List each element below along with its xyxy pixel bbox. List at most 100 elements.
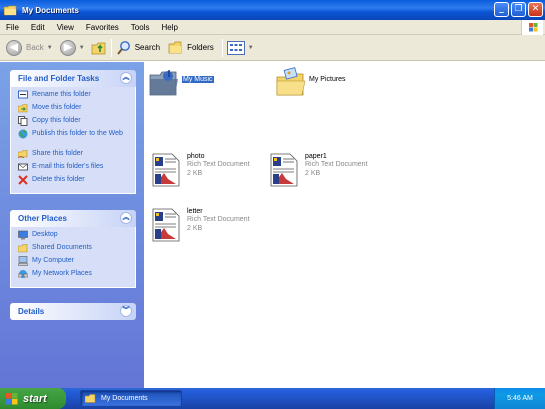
menu-edit[interactable]: Edit: [25, 23, 51, 32]
clock[interactable]: 5:46 AM: [507, 395, 533, 402]
minimize-icon: _: [499, 4, 504, 14]
expand-icon[interactable]: ︾: [120, 305, 132, 317]
menu-bar: File Edit View Favorites Tools Help: [0, 20, 545, 35]
taskbar: start My Documents 5:46 AM: [0, 388, 545, 409]
task-move-folder[interactable]: Move this folder: [17, 103, 131, 117]
forward-arrow-icon: ▶: [59, 39, 76, 56]
folder-my-pictures[interactable]: My Pictures: [275, 67, 346, 99]
place-desktop[interactable]: Desktop: [18, 230, 131, 244]
share-icon: [17, 149, 28, 159]
folder-name: My Music: [182, 76, 214, 83]
file-type: Rich Text Document: [187, 161, 250, 168]
panel-title: Other Places: [18, 214, 67, 223]
task-rename-folder[interactable]: Rename this folder: [18, 90, 131, 104]
chevron-down-icon: ▼: [46, 44, 53, 51]
file-name: photo: [187, 153, 205, 160]
rtf-document-icon: [152, 208, 180, 242]
menu-file[interactable]: File: [0, 23, 25, 32]
desktop-icon: [18, 230, 28, 240]
back-label: Back: [26, 43, 44, 52]
folders-label: Folders: [187, 43, 214, 52]
rename-icon: [18, 90, 28, 100]
folder-my-music[interactable]: My Music: [148, 67, 214, 99]
rtf-document-icon: [152, 153, 180, 187]
start-label: start: [23, 392, 47, 405]
views-button[interactable]: ▼: [226, 37, 257, 59]
forward-button[interactable]: ▶ ▼: [59, 37, 88, 59]
chevron-down-icon: ▼: [78, 44, 85, 51]
folders-button[interactable]: Folders: [168, 37, 214, 59]
file-folder-tasks-panel: File and Folder Tasks ︽ Rename this fold…: [10, 70, 136, 194]
taskbar-window-button[interactable]: My Documents: [80, 390, 182, 407]
file-size: 2 KB: [187, 170, 203, 177]
window-title: My Documents: [22, 5, 79, 15]
copy-icon: [18, 116, 28, 126]
task-copy-folder[interactable]: Copy this folder: [18, 116, 131, 130]
panel-title: File and Folder Tasks: [18, 74, 100, 83]
file-size: 2 KB: [187, 225, 203, 232]
place-my-computer[interactable]: My Computer: [18, 256, 131, 270]
task-email-files[interactable]: E-mail this folder's files: [18, 163, 131, 176]
toolbar: ◀ Back ▼ ▶ ▼ Search Folders ▼: [0, 35, 545, 61]
details-header[interactable]: Details ︾: [10, 303, 136, 320]
task-delete-folder[interactable]: Delete this folder: [18, 175, 131, 189]
maximize-button[interactable]: ❐: [511, 2, 526, 17]
menu-view[interactable]: View: [51, 23, 80, 32]
up-folder-button[interactable]: [91, 37, 107, 59]
collapse-icon[interactable]: ︽: [120, 72, 132, 84]
file-type: Rich Text Document: [187, 216, 250, 223]
folder-view: My Music My Pictures photo Rich Text Doc…: [144, 62, 545, 388]
close-button[interactable]: ✕: [528, 2, 543, 17]
minimize-button[interactable]: _: [494, 2, 509, 17]
close-icon: ✕: [531, 4, 540, 14]
maximize-icon: ❐: [514, 4, 523, 14]
chevron-down-icon: ▼: [247, 44, 254, 51]
other-places-panel: Other Places ︽ Desktop Shared Documents …: [10, 210, 136, 288]
file-type: Rich Text Document: [305, 161, 368, 168]
system-tray: 5:46 AM: [494, 388, 545, 409]
back-arrow-icon: ◀: [6, 39, 22, 56]
collapse-icon[interactable]: ︽: [120, 212, 132, 224]
folders-icon: [168, 41, 182, 53]
task-pane: File and Folder Tasks ︽ Rename this fold…: [0, 62, 144, 388]
back-button[interactable]: ◀ Back ▼: [6, 37, 56, 59]
computer-icon: [18, 256, 28, 266]
move-icon: [17, 103, 28, 113]
views-icon: [226, 40, 245, 55]
task-publish-web[interactable]: Publish this folder to the Web: [18, 129, 131, 150]
file-letter[interactable]: letter Rich Text Document 2 KB: [152, 208, 250, 242]
folder-icon: [3, 5, 17, 16]
search-button[interactable]: Search: [116, 37, 160, 59]
email-icon: [18, 162, 28, 172]
windows-logo: [521, 20, 543, 35]
menu-help[interactable]: Help: [155, 23, 183, 32]
title-bar: My Documents _ ❐ ✕: [0, 0, 545, 20]
globe-icon: [18, 129, 28, 139]
rtf-document-icon: [270, 153, 298, 187]
file-folder-tasks-header[interactable]: File and Folder Tasks ︽: [10, 70, 136, 87]
file-name: paper1: [305, 153, 327, 160]
folder-icon: [17, 243, 28, 253]
file-paper1[interactable]: paper1 Rich Text Document 2 KB: [270, 153, 368, 187]
menu-tools[interactable]: Tools: [125, 23, 156, 32]
task-share-folder[interactable]: Share this folder: [17, 149, 131, 163]
place-shared-documents[interactable]: Shared Documents: [17, 243, 131, 257]
menu-favorites[interactable]: Favorites: [80, 23, 125, 32]
folder-icon: [84, 394, 96, 403]
place-network-places[interactable]: My Network Places: [17, 269, 131, 283]
search-icon: [116, 40, 130, 55]
taskbar-window-label: My Documents: [101, 395, 148, 402]
file-size: 2 KB: [305, 170, 321, 177]
start-button[interactable]: start: [0, 388, 66, 409]
search-label: Search: [134, 43, 161, 52]
toolbar-separator: [110, 38, 112, 57]
music-folder-icon: [149, 70, 178, 96]
other-places-header[interactable]: Other Places ︽: [10, 210, 136, 227]
windows-flag-icon: [6, 392, 18, 405]
up-folder-icon: [91, 42, 106, 54]
delete-icon: [18, 175, 28, 185]
network-icon: [17, 269, 29, 279]
details-panel: Details ︾: [10, 303, 136, 320]
file-photo[interactable]: photo Rich Text Document 2 KB: [152, 153, 250, 187]
file-name: letter: [187, 208, 203, 215]
